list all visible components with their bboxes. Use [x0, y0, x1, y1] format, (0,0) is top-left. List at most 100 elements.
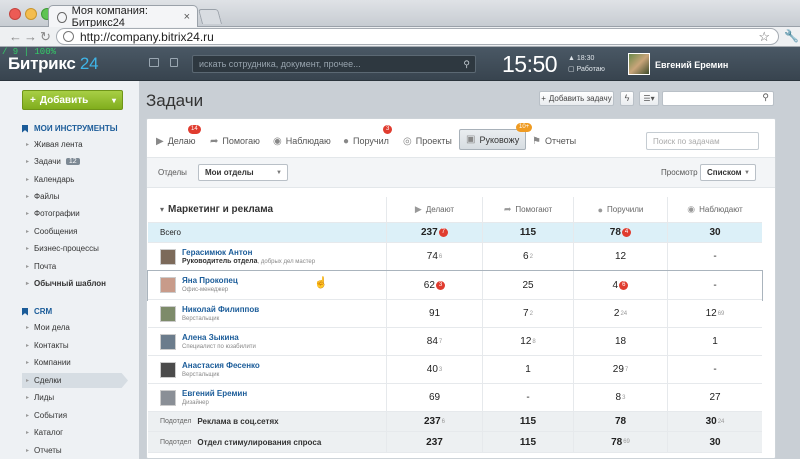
task-count[interactable]: 29	[613, 364, 624, 375]
task-count[interactable]: 69	[429, 392, 440, 403]
table-row[interactable]: Анастасия Фесенко Верстальщик 40 3 1 29 7 -	[148, 356, 762, 384]
sidebar-item-template[interactable]: ▸ Обычный шаблон	[26, 276, 126, 291]
avatar[interactable]	[628, 53, 650, 75]
total-value[interactable]: 78	[610, 227, 621, 238]
task-count[interactable]: 237	[424, 416, 441, 427]
total-value[interactable]: 30	[709, 227, 720, 238]
table-row[interactable]: Герасимюк Антон Руководитель отдела, добр…	[148, 243, 762, 271]
new-tab-button[interactable]	[197, 9, 223, 24]
sidebar-item-calendar[interactable]: ▸ Календарь	[26, 172, 126, 187]
person-name[interactable]: Алена Зыкина	[182, 333, 256, 343]
task-count[interactable]: 40	[427, 364, 438, 375]
sidebar-item-my-activities[interactable]: ▸ Мои дела	[26, 320, 126, 335]
task-count[interactable]: 2	[614, 308, 620, 319]
sidebar-item-deals[interactable]: ▸ Сделки	[22, 373, 128, 388]
tab-doing[interactable]: ▶ Делаю 14	[156, 125, 201, 150]
table-row[interactable]: Алена Зыкина Специалист по юзабилити 84 7 12…	[148, 328, 762, 356]
task-count[interactable]: 25	[522, 280, 533, 291]
task-count[interactable]: 18	[615, 336, 626, 347]
chat-icon[interactable]	[149, 58, 159, 67]
minimize-window-button[interactable]	[25, 8, 37, 20]
tab-managing[interactable]: ▣ Руковожу 10+	[459, 123, 533, 150]
task-count[interactable]: 6	[523, 251, 529, 262]
sidebar-section-crm[interactable]: CRM	[22, 307, 52, 316]
tab-close-icon[interactable]: ×	[184, 11, 190, 23]
task-count[interactable]: -	[713, 364, 716, 375]
subdepartment-row[interactable]: Подотдел Реклама в соц.сетях 237 6 115 78 30 24	[148, 412, 762, 432]
person-name[interactable]: Евгений Еремин	[182, 389, 247, 399]
avatar[interactable]	[160, 361, 176, 378]
sidebar-item-bp[interactable]: ▸ Бизнес-процессы	[26, 241, 126, 256]
search-icon[interactable]: ⚲	[463, 59, 470, 70]
total-row[interactable]: Всего 237 7 115 78 4 30	[148, 223, 762, 243]
task-count[interactable]: 7	[523, 308, 529, 319]
avatar[interactable]	[160, 333, 176, 350]
workday-status[interactable]: ▲ 18:30 ▢ Работаю	[568, 53, 605, 75]
task-count[interactable]: 84	[427, 336, 438, 347]
sidebar-item-companies[interactable]: ▸ Компании	[26, 355, 126, 370]
sidebar-section-tools[interactable]: МОИ ИНСТРУМЕНТЫ	[22, 124, 118, 133]
total-value[interactable]: 237	[421, 227, 438, 238]
subdepartment-name[interactable]: Отдел стимулирования спроса	[197, 438, 321, 447]
table-row[interactable]: Яна Прокопец Офис-менеджер 62 3 25 4 6 -	[147, 270, 763, 301]
task-count[interactable]: 12	[520, 336, 531, 347]
task-count[interactable]: 74	[427, 251, 438, 262]
back-arrow-icon[interactable]: ←	[9, 30, 22, 43]
task-filter-input[interactable]: ⚲	[662, 91, 774, 106]
task-count[interactable]: 115	[520, 437, 536, 448]
address-bar[interactable]: http://company.bitrix24.ru ☆	[56, 28, 779, 45]
department-select[interactable]: Мои отделы ▼	[198, 164, 288, 181]
sidebar-item-mail[interactable]: ▸ Почта	[26, 259, 126, 274]
task-count[interactable]: 12	[706, 308, 717, 319]
task-count[interactable]: 78	[611, 437, 622, 448]
task-count[interactable]: -	[713, 251, 716, 262]
reload-icon[interactable]: ↻	[40, 30, 51, 43]
person-name[interactable]: Герасимюк Антон	[182, 248, 315, 258]
sidebar-item-contacts[interactable]: ▸ Контакты	[26, 338, 126, 353]
notes-icon[interactable]	[170, 58, 178, 67]
task-count[interactable]: 1	[712, 336, 718, 347]
table-row[interactable]: Евгений Еремин Дизайнер 69 - 8 3 27	[148, 384, 762, 412]
tab-assigned[interactable]: ● Поручил 3	[343, 125, 393, 150]
global-search-input[interactable]: искать сотрудника, документ, прочее... ⚲	[192, 55, 476, 73]
close-window-button[interactable]	[9, 8, 21, 20]
avatar[interactable]	[160, 305, 176, 322]
logo[interactable]: Битрикс 24	[8, 54, 99, 74]
task-count[interactable]: 30	[709, 437, 720, 448]
sidebar-item-catalog[interactable]: ▸ Каталог	[26, 425, 126, 440]
tab-reports[interactable]: ⚑ Отчеты	[532, 132, 576, 150]
quick-task-button[interactable]: ϟ	[620, 91, 634, 106]
wrench-icon[interactable]: 🔧	[784, 29, 799, 43]
person-name[interactable]: Анастасия Фесенко	[182, 361, 260, 371]
tab-helping[interactable]: ➦ Помогаю	[210, 132, 260, 150]
table-row[interactable]: Николай Филиппов Верстальщик 91 7 2 2 24 12 69	[148, 300, 762, 328]
avatar[interactable]	[160, 277, 176, 293]
sidebar-item-live-feed[interactable]: ▸ Живая лента	[26, 137, 126, 152]
task-count[interactable]: 30	[706, 416, 717, 427]
subdepartment-name[interactable]: Реклама в соц.сетях	[197, 417, 278, 426]
add-button[interactable]: + Добавить ▾	[22, 90, 123, 110]
task-count[interactable]: 78	[615, 416, 626, 427]
task-count[interactable]: 4	[613, 280, 619, 291]
sidebar-item-events[interactable]: ▸ События	[26, 408, 126, 423]
avatar[interactable]	[160, 389, 176, 406]
forward-arrow-icon[interactable]: →	[24, 30, 37, 43]
view-select[interactable]: Списком ▼	[700, 164, 756, 181]
total-value[interactable]: 115	[520, 227, 536, 238]
task-count[interactable]: 62	[424, 280, 435, 291]
task-count[interactable]: 237	[426, 437, 443, 448]
bookmark-star-icon[interactable]: ☆	[758, 29, 770, 45]
subdepartment-row[interactable]: Подотдел Отдел стимулирования спроса 237 11…	[148, 432, 762, 453]
sidebar-item-photos[interactable]: ▸ Фотографии	[26, 206, 126, 221]
sidebar-item-reports[interactable]: ▸ Отчеты	[26, 443, 126, 458]
task-count[interactable]: 27	[709, 392, 720, 403]
add-task-button[interactable]: + Добавить задачу	[539, 91, 614, 106]
person-name[interactable]: Яна Прокопец	[182, 276, 238, 286]
person-name[interactable]: Николай Филиппов	[182, 305, 259, 315]
task-count[interactable]: 115	[520, 416, 536, 427]
sidebar-item-files[interactable]: ▸ Файлы	[26, 189, 126, 204]
user-name[interactable]: Евгений Еремин	[655, 60, 728, 70]
search-icon[interactable]: ⚲	[762, 92, 769, 103]
task-count[interactable]: -	[526, 392, 529, 403]
tab-watching[interactable]: ◉ Наблюдаю	[273, 132, 331, 150]
